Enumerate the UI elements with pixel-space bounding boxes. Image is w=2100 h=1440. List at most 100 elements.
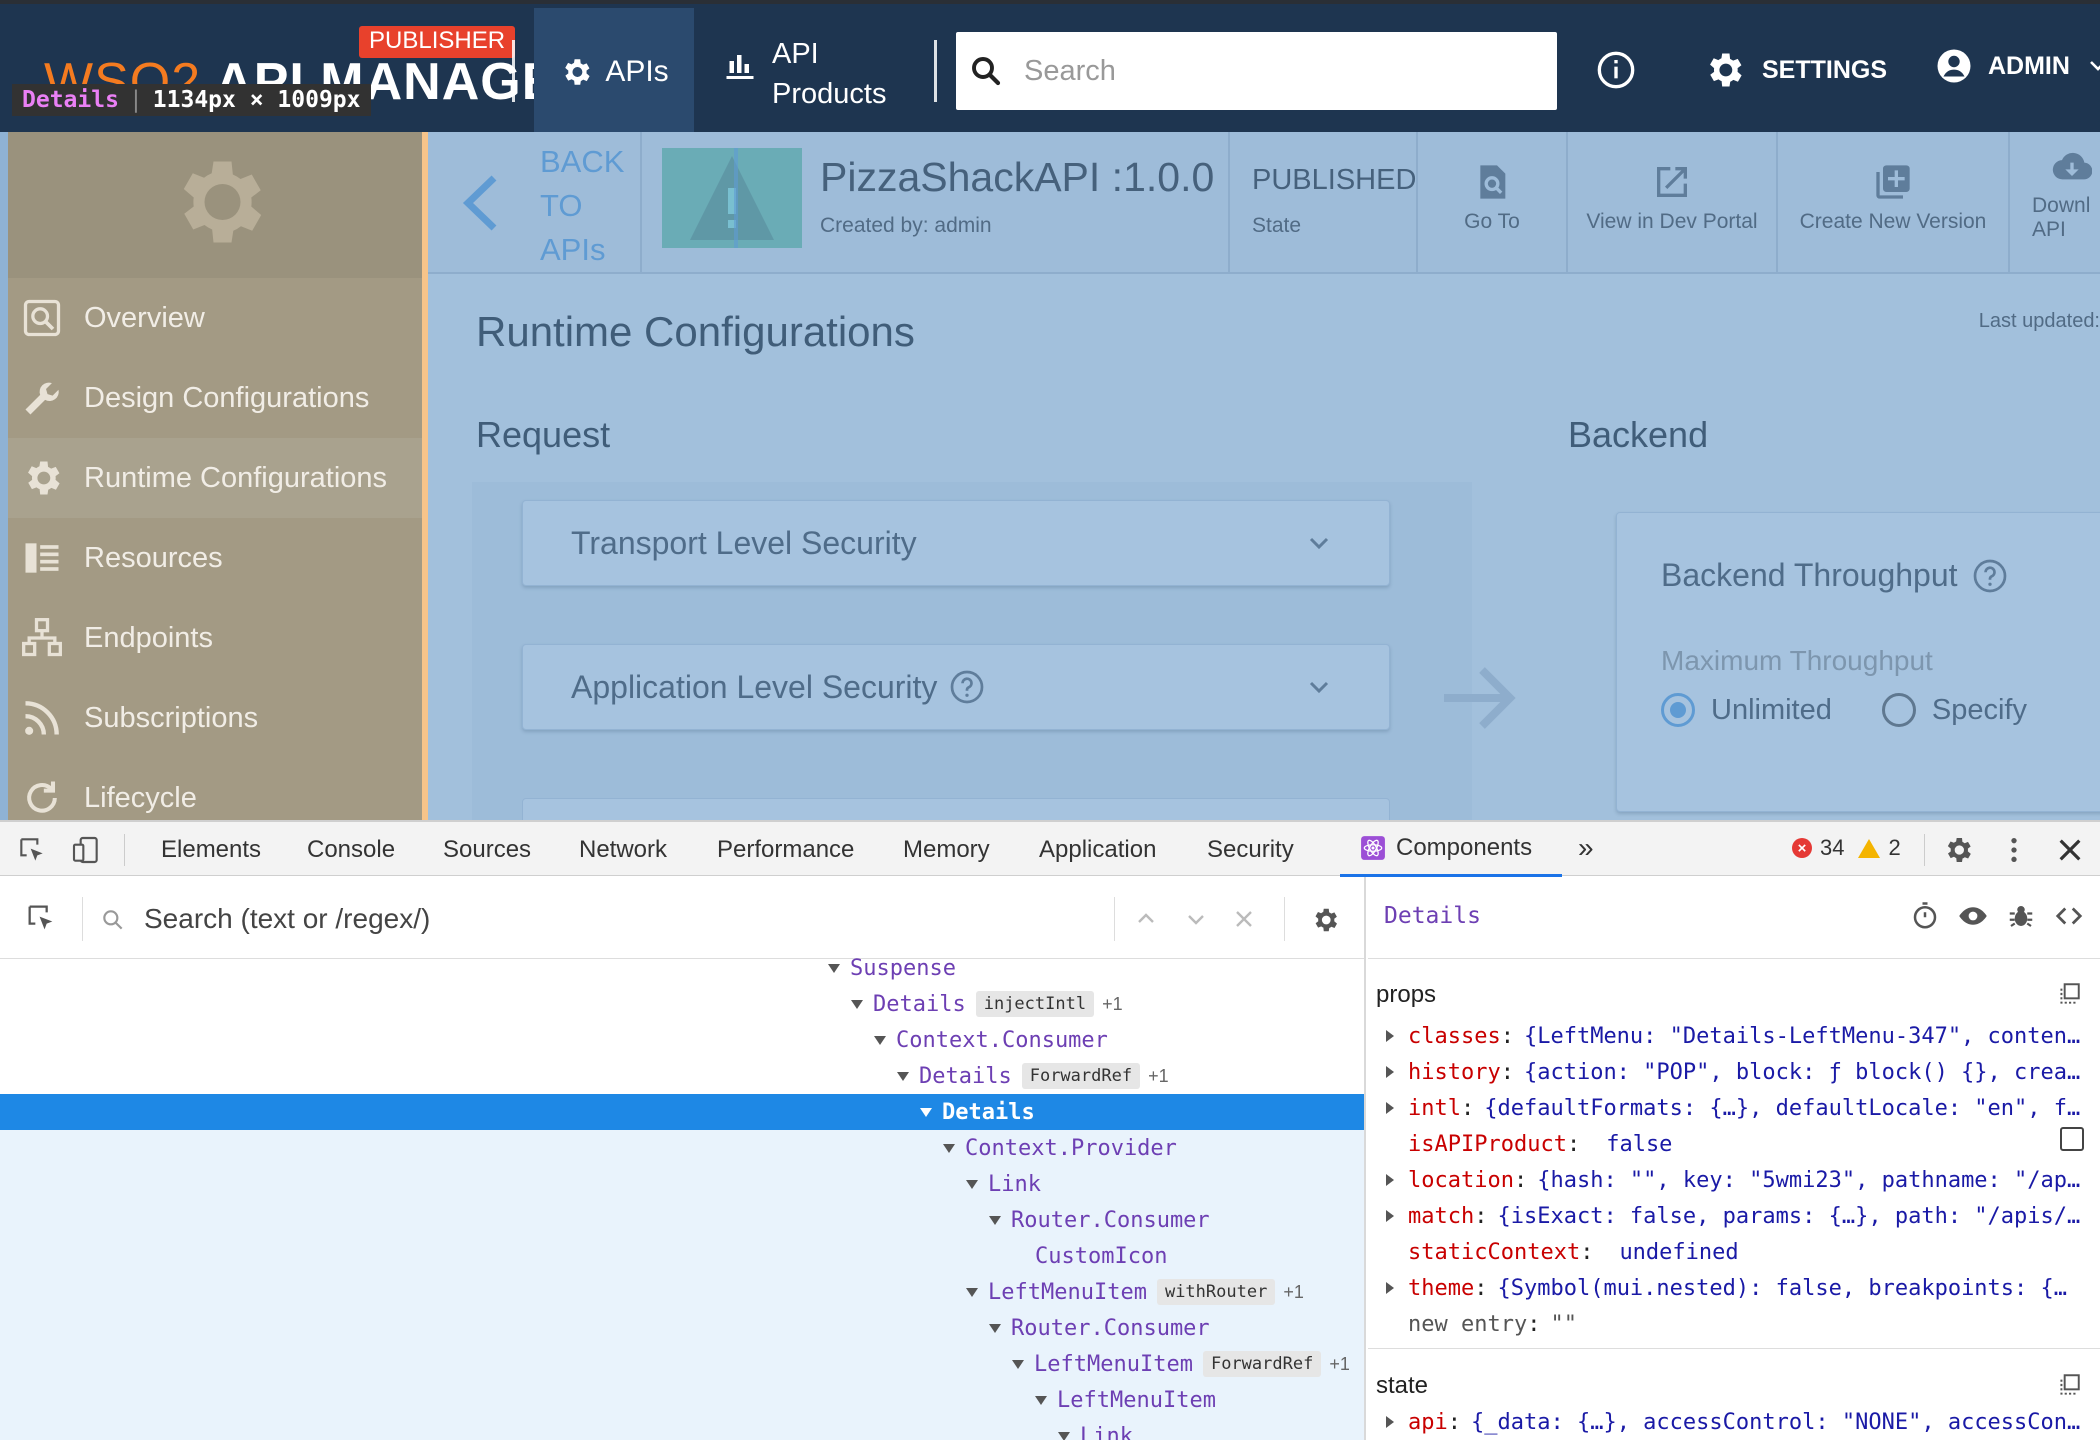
- tree-node[interactable]: Link: [0, 1166, 1364, 1202]
- nav-api-products[interactable]: API Products: [722, 34, 886, 114]
- expand-caret-icon[interactable]: [1386, 1030, 1394, 1042]
- info-icon[interactable]: [1596, 50, 1636, 90]
- more-tabs-chevron-icon[interactable]: »: [1578, 832, 1594, 864]
- tree-node[interactable]: Router.Consumer: [0, 1310, 1364, 1346]
- prop-row-classes[interactable]: classes: {LeftMenu: "Details-LeftMenu-347…: [1386, 1019, 2086, 1053]
- admin-user-menu[interactable]: ADMIN: [1936, 48, 2100, 84]
- left-menu-item-overview[interactable]: Overview: [8, 278, 422, 358]
- state-row-api[interactable]: api: {_data: {…}, accessControl: "NONE", …: [1386, 1405, 2086, 1439]
- left-menu-item-endpoints[interactable]: Endpoints: [8, 598, 422, 678]
- collapse-caret-icon[interactable]: [920, 1107, 932, 1117]
- expand-caret-icon[interactable]: [1386, 1066, 1394, 1078]
- transport-level-security-accordion[interactable]: Transport Level Security: [522, 500, 1390, 586]
- prop-row-intl[interactable]: intl: {defaultFormats: {…}, defaultLocale…: [1386, 1091, 2086, 1125]
- tree-node[interactable]: Router.Consumer: [0, 1202, 1364, 1238]
- clear-search-icon[interactable]: [1232, 907, 1256, 931]
- prop-row-isapiproduct[interactable]: isAPIProduct: false: [1386, 1127, 2086, 1161]
- select-element-icon[interactable]: [24, 901, 58, 935]
- component-search-input[interactable]: [144, 899, 1084, 939]
- view-in-dev-portal-button[interactable]: View in Dev Portal: [1568, 132, 1778, 274]
- tree-node[interactable]: LeftMenuItem withRouter +1: [0, 1274, 1364, 1310]
- collapse-caret-icon[interactable]: [989, 1215, 1001, 1225]
- copy-icon[interactable]: [2056, 1372, 2082, 1398]
- tab-components[interactable]: Components: [1360, 834, 1532, 862]
- expand-caret-icon[interactable]: [1386, 1210, 1394, 1222]
- create-new-version-button[interactable]: Create New Version: [1778, 132, 2010, 274]
- prop-row-history[interactable]: history: {action: "POP", block: ƒ block()…: [1386, 1055, 2086, 1089]
- tree-node[interactable]: Details ForwardRef +1: [0, 1058, 1364, 1094]
- close-icon[interactable]: [2054, 834, 2086, 866]
- device-toolbar-icon[interactable]: [70, 834, 102, 866]
- tab-memory[interactable]: Memory: [903, 836, 990, 864]
- tree-node[interactable]: Context.Provider: [0, 1130, 1364, 1166]
- devtools-settings-gear-icon[interactable]: [1942, 834, 1974, 866]
- collapse-caret-icon[interactable]: [943, 1143, 955, 1153]
- collapse-caret-icon[interactable]: [1012, 1359, 1024, 1369]
- prop-row-location[interactable]: location: {hash: "", key: "5wmi23", pathn…: [1386, 1163, 2086, 1197]
- issues-counter[interactable]: × 34 2: [1792, 835, 1901, 861]
- application-level-security-accordion[interactable]: Application Level Security: [522, 644, 1390, 730]
- go-to-button[interactable]: Go To: [1418, 132, 1568, 274]
- nav-apis[interactable]: APIs: [534, 8, 694, 136]
- collapse-caret-icon[interactable]: [1058, 1431, 1070, 1440]
- tree-node[interactable]: Details injectIntl +1: [0, 986, 1364, 1022]
- tree-node[interactable]: Context.Consumer: [0, 1022, 1364, 1058]
- prop-row-match[interactable]: match: {isExact: false, params: {…}, path…: [1386, 1199, 2086, 1233]
- left-menu-item-resources[interactable]: Resources: [8, 518, 422, 598]
- left-menu-item-design-configurations[interactable]: Design Configurations: [8, 358, 422, 438]
- stopwatch-icon[interactable]: [1910, 901, 1940, 931]
- isapiproduct-checkbox[interactable]: [2060, 1127, 2084, 1151]
- left-menu-item-runtime-configurations[interactable]: Runtime Configurations: [8, 438, 422, 518]
- expand-caret-icon[interactable]: [1386, 1282, 1394, 1294]
- expand-caret-icon[interactable]: [1386, 1416, 1394, 1428]
- expand-caret-icon[interactable]: [1386, 1174, 1394, 1186]
- tab-performance[interactable]: Performance: [717, 836, 854, 864]
- new-entry-value[interactable]: "": [1550, 1312, 1577, 1337]
- collapse-caret-icon[interactable]: [897, 1071, 909, 1081]
- collapse-caret-icon[interactable]: [874, 1035, 886, 1045]
- tab-network[interactable]: Network: [579, 836, 667, 864]
- radio-specify[interactable]: [1881, 693, 1916, 727]
- tab-elements[interactable]: Elements: [161, 836, 261, 864]
- expand-caret-icon[interactable]: [1386, 1102, 1394, 1114]
- inspect-element-icon[interactable]: [16, 834, 48, 866]
- search-input[interactable]: [1024, 54, 1557, 88]
- collapse-caret-icon[interactable]: [966, 1179, 978, 1189]
- tree-settings-gear-icon[interactable]: [1310, 905, 1340, 935]
- tab-application[interactable]: Application: [1039, 836, 1156, 864]
- tab-security[interactable]: Security: [1207, 836, 1294, 864]
- tree-node[interactable]: Link: [0, 1418, 1364, 1440]
- code-icon[interactable]: [2054, 901, 2084, 931]
- prop-row-theme[interactable]: theme: {Symbol(mui.nested): false, breakp…: [1386, 1271, 2086, 1305]
- settings-button[interactable]: SETTINGS: [1702, 48, 1887, 92]
- next-accordion-partial[interactable]: [522, 798, 1390, 820]
- tree-node[interactable]: Suspense: [0, 950, 1364, 986]
- chevron-down-icon[interactable]: [1184, 907, 1208, 931]
- back-to-apis-button[interactable]: BACK TO APIs: [428, 132, 642, 274]
- collapse-caret-icon[interactable]: [966, 1287, 978, 1297]
- prop-value[interactable]: false: [1606, 1132, 1672, 1157]
- help-icon[interactable]: [949, 669, 985, 705]
- radio-unlimited[interactable]: [1661, 693, 1695, 727]
- collapse-caret-icon[interactable]: [851, 999, 863, 1009]
- eye-icon[interactable]: [1958, 901, 1988, 931]
- prop-row-staticcontext[interactable]: staticContext: undefined: [1386, 1235, 2086, 1269]
- help-icon[interactable]: [1972, 558, 2008, 594]
- tree-node[interactable]: CustomIcon: [0, 1238, 1364, 1274]
- download-api-button[interactable]: Downl API: [2010, 132, 2100, 274]
- collapse-caret-icon[interactable]: [828, 963, 840, 973]
- tab-sources[interactable]: Sources: [443, 836, 531, 864]
- collapse-caret-icon[interactable]: [989, 1323, 1001, 1333]
- tree-node[interactable]: LeftMenuItem: [0, 1382, 1364, 1418]
- tree-node[interactable]: LeftMenuItem ForwardRef +1: [0, 1346, 1364, 1382]
- bug-icon[interactable]: [2006, 901, 2036, 931]
- chevron-up-icon[interactable]: [1134, 907, 1158, 931]
- tab-console[interactable]: Console: [307, 836, 395, 864]
- more-vert-icon[interactable]: [1998, 834, 2030, 866]
- global-search[interactable]: [956, 32, 1557, 110]
- tree-node-selected[interactable]: Details: [0, 1094, 1364, 1130]
- new-entry-row[interactable]: new entry: "": [1386, 1307, 2086, 1341]
- collapse-caret-icon[interactable]: [1035, 1395, 1047, 1405]
- new-entry-key[interactable]: new entry: [1408, 1312, 1527, 1337]
- left-menu-item-subscriptions[interactable]: Subscriptions: [8, 678, 422, 758]
